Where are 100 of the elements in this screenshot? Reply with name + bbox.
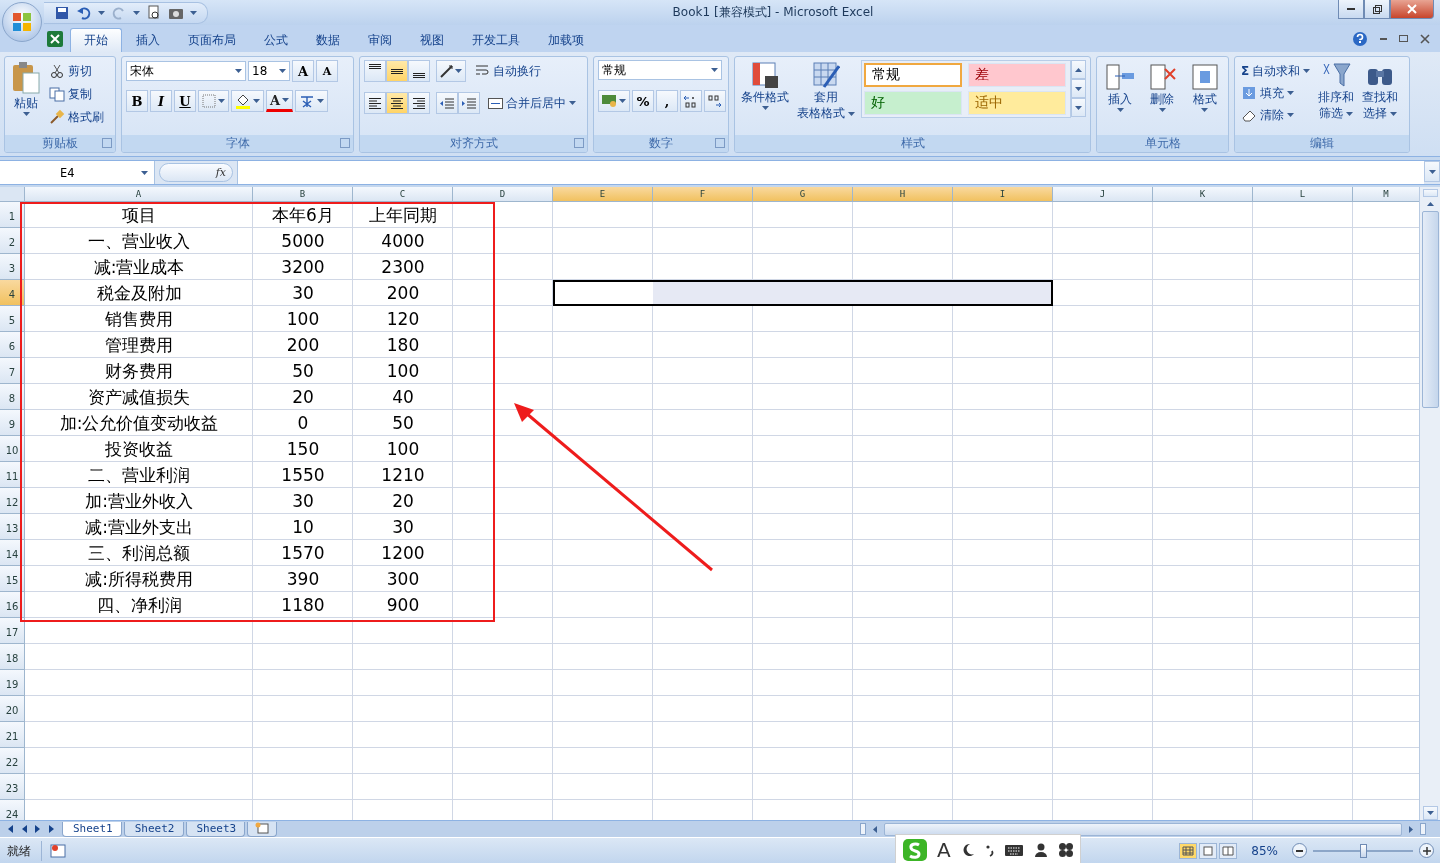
sheet-tab[interactable]: Sheet1: [62, 821, 122, 837]
increase-indent-button[interactable]: [458, 92, 480, 114]
cell-style[interactable]: 差: [968, 63, 1066, 87]
selected-cell[interactable]: [953, 280, 1053, 306]
more-styles-button[interactable]: [1071, 98, 1086, 117]
row-header[interactable]: 15: [0, 566, 25, 592]
sheet-tab[interactable]: Sheet2: [123, 821, 184, 837]
vertical-align-button[interactable]: [408, 60, 430, 82]
row-header[interactable]: 11: [0, 462, 25, 488]
clear-button[interactable]: 清除: [1239, 104, 1313, 126]
paste-button[interactable]: 粘贴: [9, 60, 43, 132]
column-header[interactable]: G: [753, 187, 853, 202]
row-header[interactable]: 23: [0, 774, 25, 800]
scroll-up-button[interactable]: [1071, 60, 1086, 79]
insert-function-button[interactable]: fx: [159, 163, 233, 182]
delete-button[interactable]: 删除: [1145, 60, 1180, 132]
row-header[interactable]: 6: [0, 332, 25, 358]
column-header[interactable]: A: [25, 187, 253, 202]
ribbon-tab[interactable]: 加载项: [534, 28, 598, 52]
scroll-left-button[interactable]: [870, 823, 880, 835]
fill-button[interactable]: 填充: [1239, 82, 1313, 104]
sort-filter-button[interactable]: 排序和 筛选: [1316, 60, 1357, 132]
zoom-in-button[interactable]: [1419, 843, 1434, 858]
shrink-font-button[interactable]: A: [316, 60, 338, 82]
row-header[interactable]: 5: [0, 306, 25, 332]
number-format-dropdown[interactable]: 常规: [598, 60, 722, 80]
underline-button[interactable]: U: [174, 90, 196, 112]
ribbon-tab[interactable]: 审阅: [354, 28, 406, 52]
ribbon-tab[interactable]: 开发工具: [458, 28, 534, 52]
office-button[interactable]: [2, 2, 42, 42]
row-header[interactable]: 14: [0, 540, 25, 566]
format-painter-button[interactable]: 格式刷: [47, 106, 106, 128]
maximize-button[interactable]: [1364, 0, 1390, 19]
row-header[interactable]: 16: [0, 592, 25, 618]
scroll-down-button[interactable]: [1071, 79, 1086, 98]
font-name-dropdown[interactable]: 宋体: [126, 61, 246, 81]
row-header[interactable]: 20: [0, 696, 25, 722]
scroll-thumb[interactable]: [1421, 211, 1439, 408]
bold-button[interactable]: B: [126, 90, 148, 112]
format-as-table-button[interactable]: 套用 表格格式: [795, 60, 857, 132]
minimize-button[interactable]: [1338, 0, 1364, 19]
vertical-align-button[interactable]: [364, 60, 386, 82]
decrease-decimal-button[interactable]: [704, 90, 726, 112]
sheet-tab[interactable]: Sheet3: [185, 821, 246, 837]
column-header[interactable]: D: [453, 187, 553, 202]
insert-sheet-tab[interactable]: [247, 821, 278, 837]
fill-color-button[interactable]: [231, 90, 264, 112]
column-header[interactable]: K: [1153, 187, 1253, 202]
ribbon-tab[interactable]: 公式: [250, 28, 302, 52]
autosum-button[interactable]: Σ 自动求和: [1239, 60, 1313, 82]
row-header[interactable]: 12: [0, 488, 25, 514]
column-header[interactable]: M: [1353, 187, 1419, 202]
insert-button[interactable]: 插入: [1103, 60, 1138, 132]
row-header[interactable]: 10: [0, 436, 25, 462]
column-header[interactable]: E: [553, 187, 653, 202]
decrease-indent-button[interactable]: [436, 92, 458, 114]
horizontal-align-button[interactable]: [386, 92, 408, 114]
column-header[interactable]: L: [1253, 187, 1353, 202]
grow-font-button[interactable]: A: [292, 60, 314, 82]
wrap-text-button[interactable]: 自动换行: [472, 60, 543, 82]
scroll-down-button[interactable]: [1422, 806, 1438, 820]
row-header[interactable]: 2: [0, 228, 25, 254]
row-header[interactable]: 18: [0, 644, 25, 670]
orientation-button[interactable]: [436, 60, 466, 82]
row-header[interactable]: 21: [0, 722, 25, 748]
cut-button[interactable]: 剪切: [47, 60, 106, 82]
row-header[interactable]: 9: [0, 410, 25, 436]
conditional-format-button[interactable]: 条件格式: [739, 60, 791, 132]
ribbon-tab[interactable]: 开始: [70, 28, 122, 52]
increase-decimal-button[interactable]: [680, 90, 702, 112]
copy-button[interactable]: 复制: [47, 83, 106, 105]
zoom-out-button[interactable]: [1292, 843, 1307, 858]
ribbon-tab[interactable]: 视图: [406, 28, 458, 52]
selected-cell[interactable]: [653, 280, 753, 306]
name-box[interactable]: E4: [0, 161, 155, 184]
column-header[interactable]: I: [953, 187, 1053, 202]
active-cell[interactable]: [553, 280, 653, 306]
column-header[interactable]: H: [853, 187, 953, 202]
scroll-thumb[interactable]: [884, 822, 1402, 836]
column-header[interactable]: F: [653, 187, 753, 202]
horizontal-align-button[interactable]: [364, 92, 386, 114]
column-header[interactable]: B: [253, 187, 353, 202]
horizontal-align-button[interactable]: [408, 92, 430, 114]
row-header[interactable]: 19: [0, 670, 25, 696]
currency-button[interactable]: [598, 90, 630, 112]
row-header[interactable]: 3: [0, 254, 25, 280]
expand-formula-bar-button[interactable]: [1424, 161, 1440, 182]
ribbon-tab[interactable]: 数据: [302, 28, 354, 52]
view-button[interactable]: [1199, 842, 1218, 859]
close-button[interactable]: [1390, 0, 1434, 19]
ribbon-tab[interactable]: 页面布局: [174, 28, 250, 52]
phonetic-button[interactable]: [295, 90, 329, 112]
scroll-right-button[interactable]: [1406, 823, 1416, 835]
zoom-slider-thumb[interactable]: [1360, 843, 1367, 858]
comma-button[interactable]: ,: [656, 90, 678, 112]
row-header[interactable]: 7: [0, 358, 25, 384]
column-header[interactable]: J: [1053, 187, 1153, 202]
row-header[interactable]: 13: [0, 514, 25, 540]
row-header[interactable]: 1: [0, 202, 25, 228]
column-header[interactable]: C: [353, 187, 453, 202]
